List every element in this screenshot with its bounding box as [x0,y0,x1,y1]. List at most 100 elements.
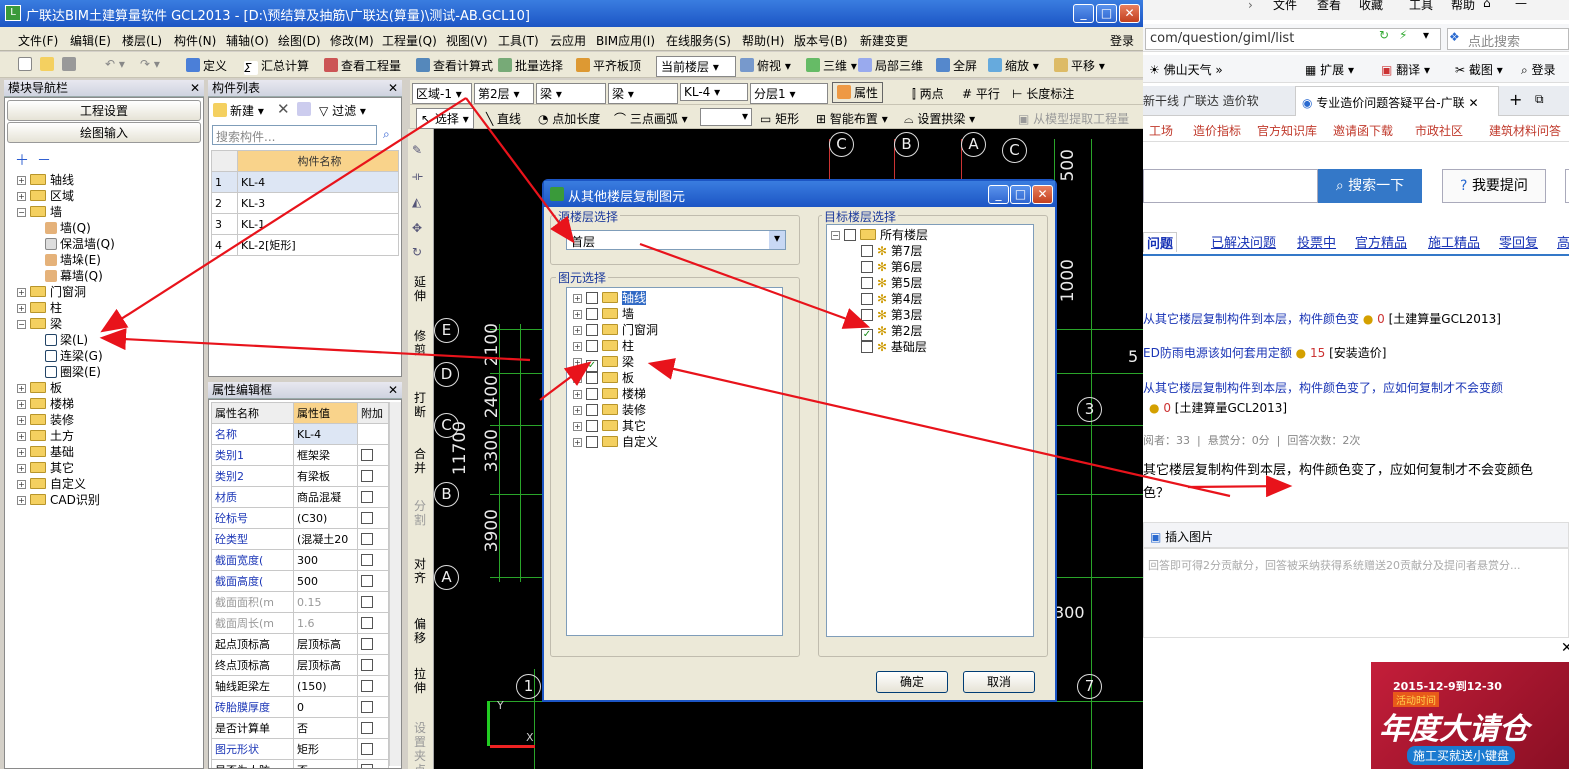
element-item-decoration[interactable]: + 装修 [573,402,776,418]
property-value[interactable]: 矩形 [293,738,358,760]
property-row[interactable]: 终点顶标高 层顶标高 [211,654,389,676]
menu-draw[interactable]: 绘图(D) [278,32,321,49]
tab-2[interactable]: ◉ 专业造价问题答疑平台-广联 ✕ [1295,86,1499,116]
search-icon[interactable]: ⌕ [383,127,390,142]
floor-select[interactable]: 第2层 ▾ [474,83,534,104]
3d-button[interactable]: 三维 ▾ [806,57,857,74]
checkbox[interactable] [361,763,373,768]
fav-weather[interactable]: ☀ 佛山天气 » [1149,61,1223,78]
tab-1[interactable]: 新干线 广联达 造价软 [1143,92,1291,109]
top-view-button[interactable]: 俯视 ▾ [740,57,791,74]
parallel-button[interactable]: # 平行 [962,85,1000,102]
property-value[interactable]: (C30) [293,507,358,529]
tree-item-axis[interactable]: + 轴线 [17,172,115,188]
region-select[interactable]: 区域-1 ▾ [412,83,472,104]
collapse-all-icon[interactable]: － [37,150,51,170]
property-row[interactable]: 截面面积(m 0.15 [211,591,389,613]
login-button[interactable]: 登录 [1110,32,1134,49]
element-item-axis[interactable]: + 轴线 [573,290,776,306]
stretch-tool[interactable]: 拉伸 [414,667,428,695]
dialog-maximize-button[interactable]: □ [1010,185,1031,204]
category-select[interactable]: 梁 ▾ [536,83,606,104]
result-row[interactable]: 从其它楼层复制构件到本层，构件颜色变了，应如何复制才不会变颜 ● 0 [土建算量G… [1143,378,1569,420]
three-point-arc-button[interactable]: ⌒ 三点画弧 ▾ [614,110,688,127]
tree-item-decoration[interactable]: + 装修 [17,412,115,428]
result-title[interactable]: ED防雨电源该如何套用定额 [1143,346,1292,360]
align-slab-button[interactable]: 平齐板顶 [576,57,641,74]
site-search-input[interactable] [1143,169,1318,203]
rotate-icon[interactable]: ↻ [412,245,422,259]
property-value[interactable]: (混凝土20 [293,528,358,550]
element-item-wall[interactable]: + 墙 [573,306,776,322]
property-value[interactable]: 0.15 [293,591,358,613]
element-item-slab[interactable]: + 板 [573,370,776,386]
property-row[interactable]: 是否为人防否 [211,759,389,768]
property-row[interactable]: 名称 KL-4 [211,423,389,445]
checkbox[interactable] [361,742,373,755]
floor-item-all[interactable]: − 所有楼层 [831,227,1029,243]
triangle-icon[interactable]: ◭ [412,195,421,209]
table-row[interactable]: 1 KL-4 [211,171,399,193]
select-tool-button[interactable]: ↖ 选择 ▾ [416,108,474,129]
partial-button[interactable] [1565,169,1569,203]
property-value[interactable]: (150) [293,675,358,697]
result-title[interactable]: 从其它楼层复制构件到本层，构件颜色变 [1143,312,1359,326]
element-item-door-window[interactable]: + 门窗洞 [573,322,776,338]
floor-item-2[interactable]: ✓ ✻ 第2层 [831,323,1029,341]
property-extra[interactable] [357,486,389,508]
tree-item-ring-beam[interactable]: 圈梁(E) [17,364,115,380]
property-value[interactable]: 否 [293,759,358,768]
ask-question-button[interactable]: ? 我要提问 [1442,169,1546,203]
tree-item-beam[interactable]: − 梁 [17,316,115,332]
property-extra[interactable] [357,654,389,676]
minimize-icon[interactable]: — [1515,0,1527,10]
property-value[interactable]: KL-4 [293,423,358,445]
property-row[interactable]: 起点顶标高 层顶标高 [211,633,389,655]
new-tab-icon[interactable]: + [1509,90,1522,109]
filter-button[interactable]: ▽ 过滤 ▾ [319,102,366,119]
new-file-icon[interactable] [18,57,35,72]
extract-from-model-button[interactable]: ▣ 从模型提取工程量 [1018,110,1129,127]
checkbox[interactable] [361,532,373,545]
cancel-button[interactable]: 取消 [963,671,1035,693]
property-value[interactable]: 层顶标高 [293,654,358,676]
close-icon[interactable]: ✕ [388,382,398,398]
tree-item-earthwork[interactable]: + 土方 [17,428,115,444]
property-extra[interactable] [357,549,389,571]
tree-item-curtain-wall[interactable]: 幕墙(Q) [17,268,115,284]
line-tool-button[interactable]: ╲ 直线 [486,110,521,127]
smart-layout-button[interactable]: ⊞ 智能布置 ▾ [816,110,888,127]
menu-new-change[interactable]: 新建变更 [860,32,908,49]
qtab-3[interactable]: 官方精品 [1355,232,1407,251]
checkbox[interactable] [361,721,373,734]
menu-floor[interactable]: 楼层(L) [122,32,162,49]
menu-version[interactable]: 版本号(B) [794,32,848,49]
menu-tools[interactable]: 工具(T) [498,32,539,49]
layer-select[interactable]: 分层1 ▾ [750,83,828,104]
tree-item-wall-pier[interactable]: 墙垛(E) [17,252,115,268]
property-row[interactable]: 砼标号 (C30) [211,507,389,529]
property-extra[interactable] [357,633,389,655]
source-floor-select[interactable]: 首层 ▾ [566,230,786,250]
property-value[interactable]: 商品混凝 [293,486,358,508]
view-formula-button[interactable]: 查看计算式 [416,57,493,74]
draw-input-button[interactable]: 绘图输入 [7,122,201,143]
project-settings-button[interactable]: 工程设置 [7,100,201,121]
split-tool[interactable]: 分割 [414,499,428,527]
fav-screenshot[interactable]: ✂ 截图 ▾ [1455,61,1503,78]
tree-item-cad[interactable]: + CAD识别 [17,492,115,508]
tree-item-other[interactable]: + 其它 [17,460,115,476]
property-row[interactable]: 轴线距梁左 (150) [211,675,389,697]
save-icon[interactable] [62,57,79,72]
property-value[interactable]: 层顶标高 [293,633,358,655]
checkbox[interactable] [361,658,373,671]
break-tool[interactable]: 打断 [414,391,428,419]
tree-item-link-beam[interactable]: 连梁(G) [17,348,115,364]
property-row[interactable]: 类别1 框架梁 [211,444,389,466]
floor-item-7[interactable]: ✻ 第7层 [831,243,1029,259]
current-floor-select[interactable]: 当前楼层 ▾ [656,56,736,77]
browser-menu-file[interactable]: 文件 [1273,0,1297,13]
insert-image-button[interactable]: ▣ 插入图片 [1143,522,1569,548]
url-input[interactable]: com/question/giml/list [1145,28,1441,50]
promo-banner[interactable]: 2015-12-9到12-30 活动时间 年度大请仓 施工买就送小键盘 [1371,662,1569,769]
